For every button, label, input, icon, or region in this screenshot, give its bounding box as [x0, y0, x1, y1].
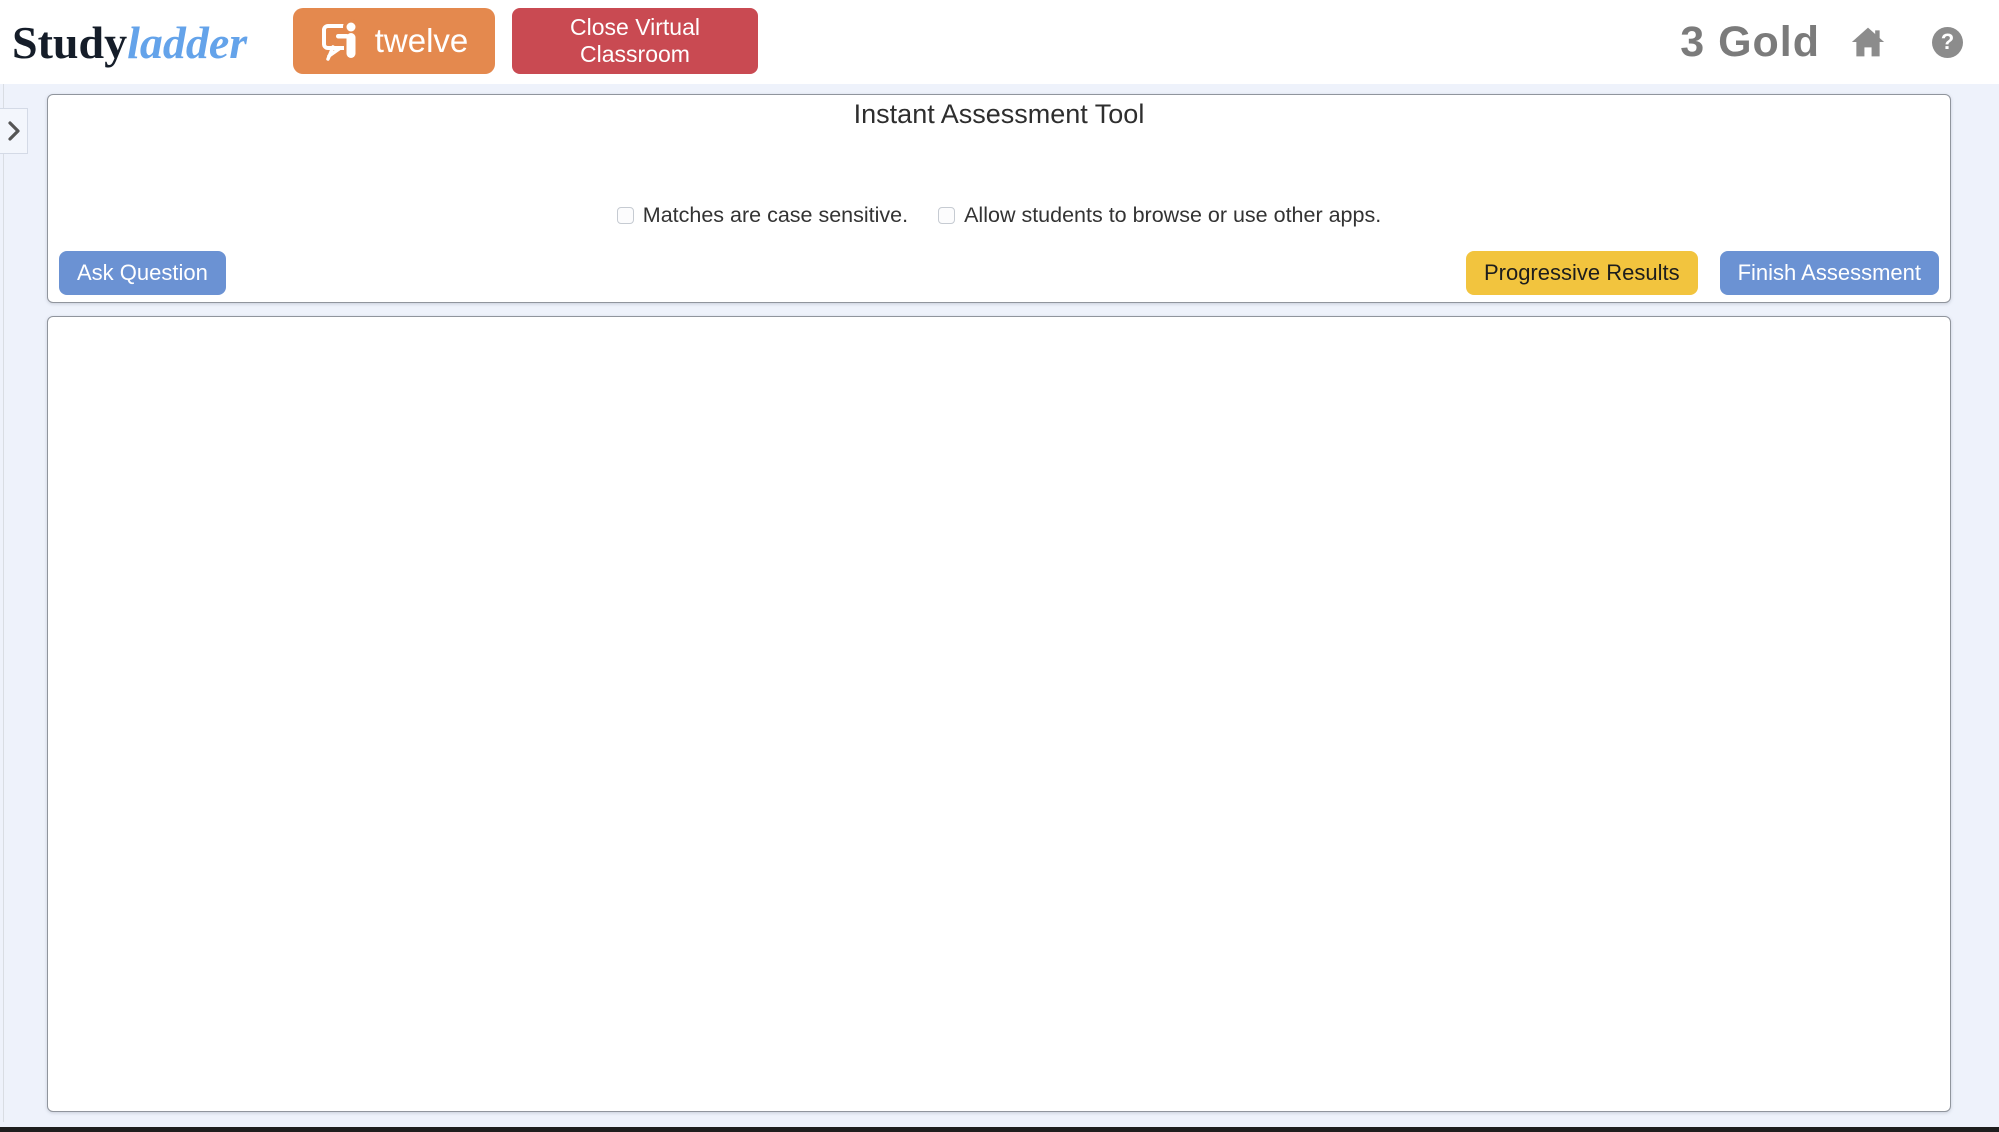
ask-question-button[interactable]: Ask Question — [59, 251, 226, 295]
panel-title: Instant Assessment Tool — [853, 99, 1145, 129]
progressive-results-button[interactable]: Progressive Results — [1465, 251, 1698, 295]
home-icon[interactable] — [1850, 25, 1886, 59]
class-name: 3 Gold — [1680, 17, 1820, 66]
case-sensitive-label: Matches are case sensitive. — [642, 203, 909, 227]
close-virtual-classroom-button[interactable]: Close Virtual Classroom — [512, 8, 758, 74]
main-content: Instant Assessment Tool Matches are case… — [0, 84, 1999, 1127]
classroom-twelve-button[interactable]: twelve — [293, 8, 495, 74]
presenter-board-icon — [320, 18, 366, 64]
finish-assessment-button[interactable]: Finish Assessment — [1719, 251, 1939, 295]
allow-browse-label: Allow students to browse or use other ap… — [964, 203, 1382, 227]
options-row: Matches are case sensitive. Allow studen… — [48, 203, 1950, 228]
chevron-right-icon — [7, 121, 20, 141]
panel-action-buttons: Progressive Results Finish Assessment — [1465, 251, 1939, 295]
case-sensitive-checkbox[interactable] — [616, 207, 634, 224]
assessment-controls-panel: Instant Assessment Tool Matches are case… — [47, 94, 1951, 303]
logo-study: Study — [12, 16, 128, 68]
help-icon[interactable]: ? — [1932, 26, 1963, 58]
allow-browse-option: Allow students to browse or use other ap… — [938, 203, 1381, 228]
sidebar-expand-tab[interactable] — [0, 108, 28, 154]
window-bottom-edge — [0, 1127, 1999, 1132]
sidebar-divider — [3, 84, 4, 1122]
case-sensitive-option: Matches are case sensitive. — [616, 203, 909, 228]
logo-ladder: ladder — [127, 16, 248, 68]
allow-browse-checkbox[interactable] — [938, 207, 956, 224]
classroom-button-label: twelve — [374, 22, 469, 59]
header: Study ladder twelve Close Virtual Classro… — [0, 0, 1999, 85]
assessment-results-panel — [47, 316, 1951, 1112]
header-right-group: 3 Gold ? — [1680, 0, 1963, 84]
studyladder-logo[interactable]: Study ladder — [12, 0, 247, 84]
